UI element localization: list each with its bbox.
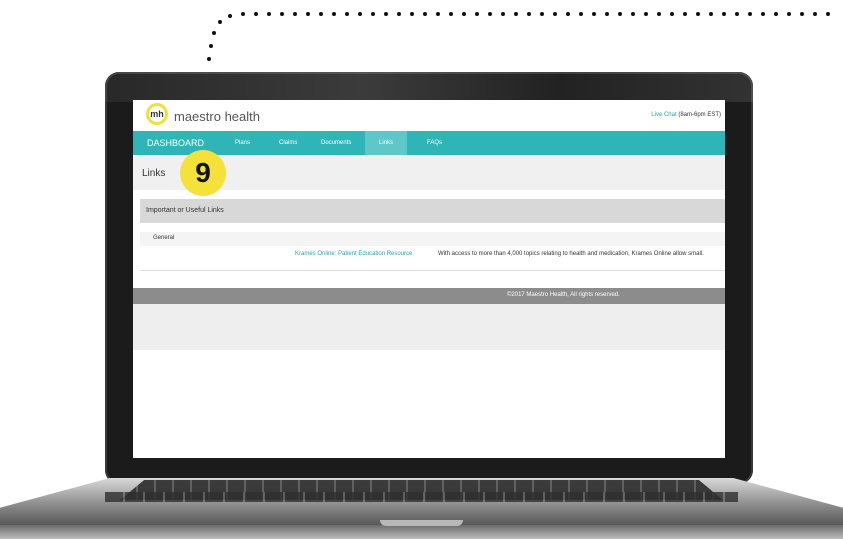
laptop-base-edge <box>0 525 843 539</box>
footer-bar <box>133 288 725 304</box>
live-chat-hours: (8am-6pm EST) <box>676 112 721 118</box>
main-nav: DASHBOARD Plans Claims Documents Links F… <box>133 131 725 155</box>
nav-plans[interactable]: Plans <box>235 131 250 155</box>
section-header-bar <box>140 199 725 223</box>
footer-copyright: ©2017 Maestro Health, All rights reserve… <box>507 292 620 298</box>
link-description: With access to more than 4,000 topics re… <box>438 251 704 257</box>
maestro-logo-icon[interactable]: mh <box>146 103 168 125</box>
nav-documents[interactable]: Documents <box>321 131 351 155</box>
live-chat-link[interactable]: Live Chat <box>651 112 676 118</box>
brand-name: maestro health <box>174 109 260 124</box>
page-title: Links <box>142 168 166 179</box>
live-chat: Live Chat (8am-6pm EST) <box>651 112 721 118</box>
footer-spacer <box>133 304 725 350</box>
krames-online-link[interactable]: Krames Online: Patient Education Resourc… <box>295 250 415 258</box>
step-number-badge: 9 <box>180 150 226 196</box>
section-title: Important or Useful Links <box>146 207 224 214</box>
trackpad-notch <box>380 520 463 526</box>
site-header: mh maestro health Live Chat (8am-6pm EST… <box>133 100 725 131</box>
group-row <box>140 232 725 246</box>
nav-faqs[interactable]: FAQs <box>427 131 442 155</box>
keyboard-row-icon <box>105 492 738 502</box>
nav-claims[interactable]: Claims <box>279 131 297 155</box>
laptop-screen: mh maestro health Live Chat (8am-6pm EST… <box>133 100 725 458</box>
lid-reflection <box>105 72 753 102</box>
nav-links[interactable]: Links <box>365 131 407 155</box>
logo-mark: mh <box>150 109 164 119</box>
group-label: General <box>153 235 175 241</box>
